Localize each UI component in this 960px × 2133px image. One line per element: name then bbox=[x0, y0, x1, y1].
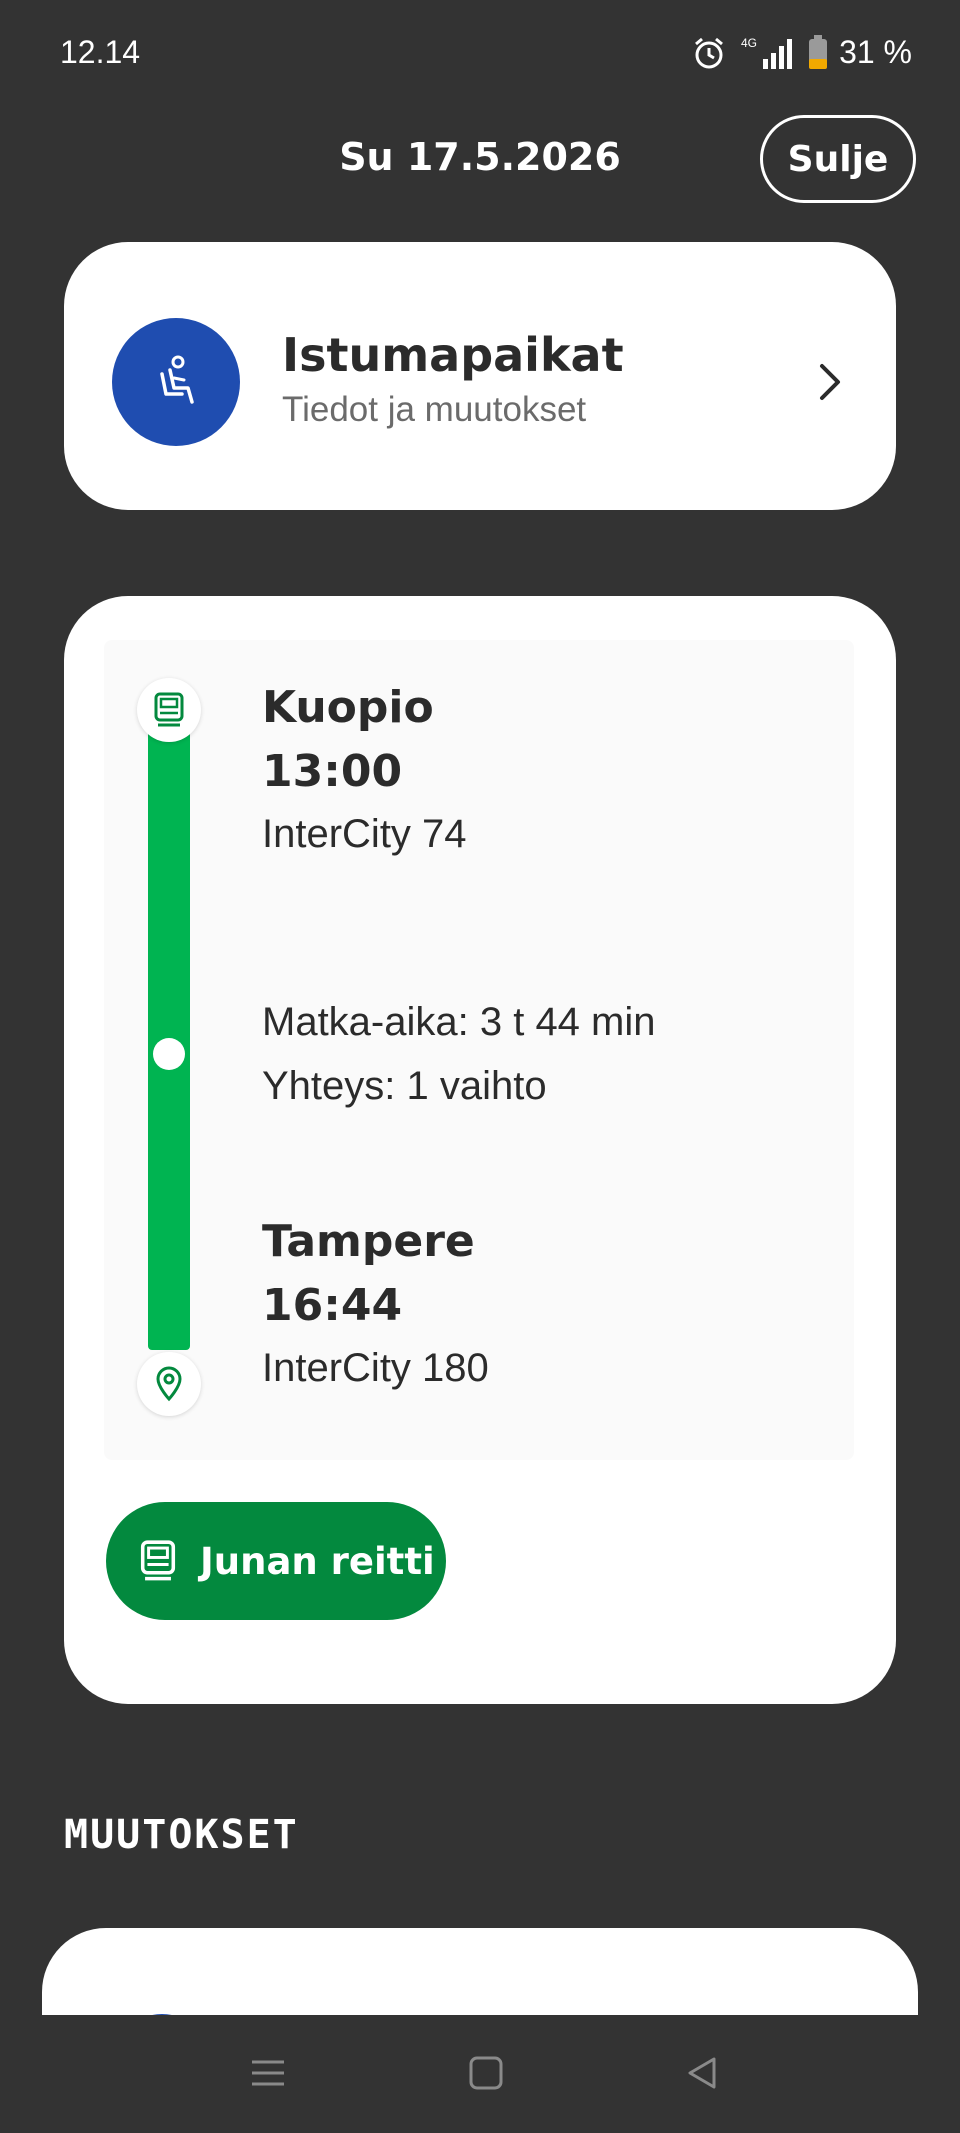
seats-subtitle: Tiedot ja muutokset bbox=[282, 390, 587, 429]
train-icon bbox=[154, 692, 184, 727]
svg-text:4G: 4G bbox=[741, 36, 757, 50]
train-route-label: Junan reitti bbox=[200, 1539, 435, 1583]
travel-duration: Matka-aika: 3 t 44 min bbox=[262, 1000, 656, 1044]
seats-title: Istumapaikat bbox=[282, 328, 624, 382]
status-time: 12.14 bbox=[60, 34, 141, 70]
arrival-time: 16:44 bbox=[262, 1280, 403, 1331]
close-button[interactable]: Sulje bbox=[760, 115, 916, 203]
departure-node bbox=[137, 678, 201, 742]
departure-time: 13:00 bbox=[262, 746, 403, 797]
journey-card: Kuopio 13:00 InterCity 74 Matka-aika: 3 … bbox=[64, 596, 896, 1704]
status-bar: 12.14 4G 31 % bbox=[0, 0, 960, 110]
train-route-button[interactable]: Junan reitti bbox=[106, 1502, 446, 1620]
departure-station: Kuopio bbox=[262, 682, 434, 733]
back-icon[interactable] bbox=[682, 2053, 722, 2093]
signal-icon: 4G bbox=[741, 36, 793, 69]
route-line bbox=[148, 700, 190, 1350]
departure-train: InterCity 74 bbox=[262, 812, 467, 856]
battery-percent: 31 % bbox=[839, 34, 912, 70]
home-icon[interactable] bbox=[466, 2053, 506, 2093]
chevron-right-icon bbox=[820, 364, 840, 400]
changes-heading: MUUTOKSET bbox=[64, 1812, 299, 1858]
alarm-icon bbox=[695, 37, 724, 68]
arrival-node bbox=[137, 1352, 201, 1416]
seat-icon bbox=[160, 355, 194, 404]
page-title: Su 17.5.2026 bbox=[339, 135, 621, 179]
route-midpoint bbox=[153, 1038, 185, 1070]
seats-card[interactable]: Istumapaikat Tiedot ja muutokset bbox=[64, 242, 896, 510]
recent-apps-icon[interactable] bbox=[248, 2053, 288, 2093]
train-icon bbox=[140, 1540, 176, 1581]
arrival-train: InterCity 180 bbox=[262, 1346, 489, 1390]
connection-info: Yhteys: 1 vaihto bbox=[262, 1064, 547, 1108]
journey-details: Kuopio 13:00 InterCity 74 Matka-aika: 3 … bbox=[104, 640, 854, 1460]
status-icons: 4G 31 % bbox=[691, 34, 912, 71]
system-nav-bar bbox=[0, 2015, 960, 2133]
battery-icon bbox=[809, 34, 828, 69]
location-pin-icon bbox=[156, 1366, 182, 1402]
seats-icon-badge bbox=[112, 318, 240, 446]
arrival-station: Tampere bbox=[262, 1216, 475, 1267]
